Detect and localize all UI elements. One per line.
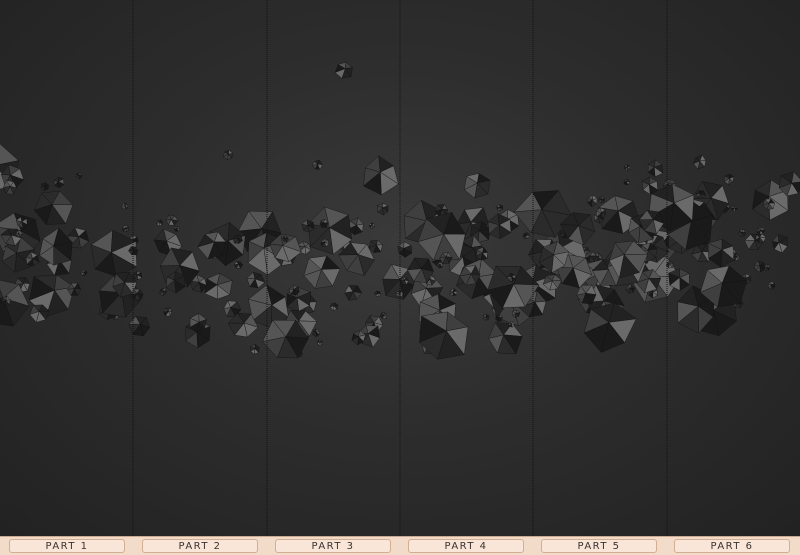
polyhedron: [738, 229, 746, 237]
polyhedron: [40, 182, 50, 191]
polyhedron: [330, 302, 339, 311]
polyhedron: [756, 226, 766, 236]
polyhedron: [379, 312, 388, 319]
polyhedron: [368, 239, 383, 254]
polyhedron: [344, 285, 363, 301]
part-4-label[interactable]: PART 4: [408, 539, 524, 553]
polyhedron: [246, 271, 266, 289]
polyhedron: [53, 176, 65, 189]
polyhedra-field: [0, 0, 800, 536]
polyhedron: [771, 233, 788, 254]
polyhedron: [303, 255, 341, 289]
part-6-label[interactable]: PART 6: [674, 539, 790, 553]
polyhedron: [204, 272, 233, 300]
polyhedron: [316, 339, 323, 346]
image-stage: PART 1 PART 2 PART 3 PART 4 PART 5 PART …: [0, 0, 800, 555]
polyhedron: [76, 172, 82, 180]
parts-footer: PART 1 PART 2 PART 3 PART 4 PART 5 PART …: [0, 536, 800, 555]
polyhedron: [723, 173, 735, 186]
polyhedron: [250, 343, 260, 355]
polyhedron: [165, 214, 179, 226]
part-5-label[interactable]: PART 5: [541, 539, 657, 553]
polyhedron: [522, 232, 530, 240]
polyhedron: [583, 302, 637, 353]
polyhedra-artwork: [0, 0, 800, 536]
polyhedron: [463, 173, 491, 199]
polyhedron: [692, 154, 707, 170]
polyhedron: [496, 204, 504, 211]
part-2-label[interactable]: PART 2: [142, 539, 258, 553]
polyhedron: [587, 194, 598, 208]
polyhedron: [374, 290, 382, 297]
polyhedron: [623, 178, 630, 186]
polyhedron: [730, 205, 738, 212]
polyhedron: [173, 225, 180, 232]
polyhedron: [128, 316, 151, 337]
polyhedron: [90, 229, 138, 277]
polyhedron: [767, 280, 776, 290]
part-3-label[interactable]: PART 3: [275, 539, 391, 553]
polyhedron: [121, 202, 129, 210]
polyhedron: [156, 219, 164, 227]
polyhedron: [311, 159, 323, 170]
polyhedron: [334, 61, 353, 79]
polyhedron: [598, 196, 605, 204]
polyhedron: [159, 287, 167, 296]
polyhedron: [163, 307, 173, 317]
polyhedron: [625, 284, 636, 294]
polyhedron: [482, 313, 490, 321]
polyhedron: [133, 270, 143, 281]
polyhedron: [376, 202, 389, 216]
polyhedron: [363, 155, 399, 196]
polyhedron: [222, 149, 234, 160]
polyhedron: [33, 190, 74, 225]
polyhedron: [368, 222, 376, 229]
polyhedron: [707, 238, 735, 268]
polyhedron: [80, 269, 88, 277]
polyhedron: [753, 260, 766, 273]
polyhedron: [488, 322, 523, 355]
polyhedron: [312, 328, 320, 338]
polyhedron: [122, 224, 130, 233]
part-1-label[interactable]: PART 1: [9, 539, 125, 553]
polyhedron: [449, 288, 458, 297]
polyhedron: [39, 227, 73, 266]
polyhedron: [647, 159, 664, 178]
polyhedron: [623, 164, 631, 171]
polyhedron: [233, 261, 244, 269]
